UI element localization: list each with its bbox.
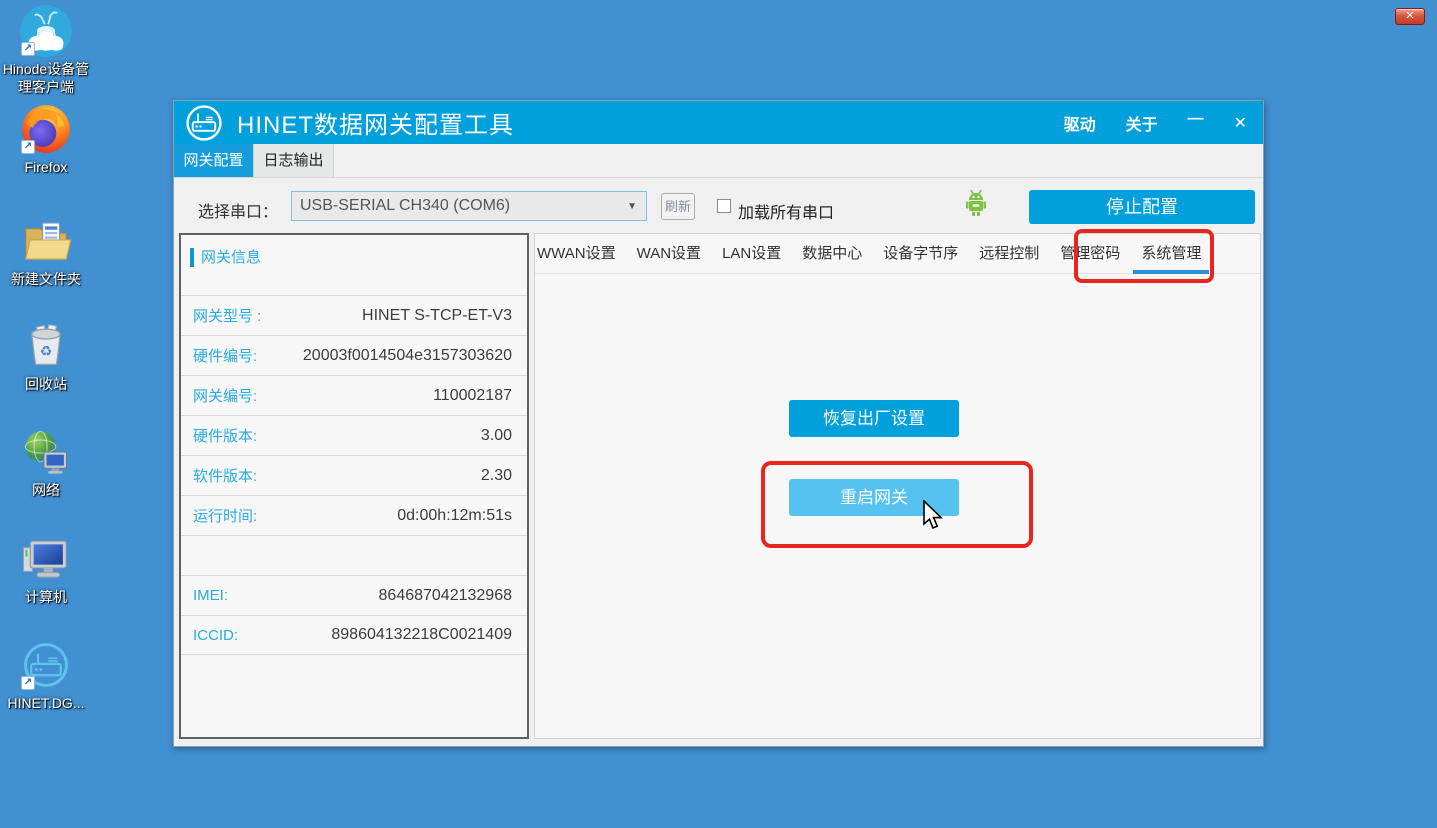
load-all-ports-checkbox[interactable] xyxy=(717,199,731,213)
desktop-icon-label: Firefox xyxy=(25,158,68,176)
header-accent-bar xyxy=(190,248,194,267)
folder-icon xyxy=(18,213,74,269)
computer-icon xyxy=(18,531,74,587)
desktop-icon-hinet-dg[interactable]: ↗ HINET.DG... xyxy=(0,637,92,712)
serial-port-label: 选择串口： xyxy=(198,198,278,222)
info-row-model: 网关型号 : HINET S-TCP-ET-V3 xyxy=(181,295,527,335)
serial-port-select[interactable]: USB-SERIAL CH340 (COM6) ▼ xyxy=(291,191,647,221)
green-robot-status-icon xyxy=(964,186,988,218)
settings-tab-bar: WWAN设置 WAN设置 LAN设置 数据中心 设备字节序 远程控制 管理密码 … xyxy=(535,234,1260,274)
titlebar[interactable]: HINET数据网关配置工具 驱动 关于 — ✕ xyxy=(174,101,1263,144)
desktop-icon-label: 计算机 xyxy=(25,588,67,606)
tab-wan-settings[interactable]: WAN设置 xyxy=(637,234,701,274)
desktop-icon-recycle-bin[interactable]: ♻ 回收站 xyxy=(0,318,92,393)
tab-log-output[interactable]: 日志输出 xyxy=(254,144,334,177)
desktop-icon-label: 新建文件夹 xyxy=(11,270,81,288)
info-row-gateway-id: 网关编号: 110002187 xyxy=(181,375,527,415)
load-all-ports-label: 加载所有串口 xyxy=(738,199,834,223)
factory-reset-button[interactable]: 恢复出厂设置 xyxy=(789,400,959,437)
stop-config-button[interactable]: 停止配置 xyxy=(1029,190,1255,224)
info-row-empty xyxy=(181,535,527,575)
desktop-icon-new-folder[interactable]: 新建文件夹 xyxy=(0,213,92,288)
app-window: HINET数据网关配置工具 驱动 关于 — ✕ 网关配置 日志输出 选择串口： … xyxy=(173,100,1264,747)
app-logo-router-icon xyxy=(185,104,223,142)
svg-text:♻: ♻ xyxy=(40,343,53,359)
desktop-icon-label: 网络 xyxy=(32,481,60,499)
tab-admin-password[interactable]: 管理密码 xyxy=(1060,234,1120,274)
desktop-icon-label: 回收站 xyxy=(25,375,67,393)
minimize-button[interactable]: — xyxy=(1188,110,1204,128)
main-tab-bar: 网关配置 日志输出 xyxy=(174,144,1263,178)
titlebar-menu: 驱动 关于 — ✕ xyxy=(1034,111,1247,135)
tab-data-center[interactable]: 数据中心 xyxy=(802,234,862,274)
desktop-icon-computer[interactable]: 计算机 xyxy=(0,531,92,606)
about-menu-item[interactable]: 关于 xyxy=(1126,111,1158,135)
info-row-imei: IMEI: 864687042132968 xyxy=(181,575,527,615)
tab-remote-control[interactable]: 远程控制 xyxy=(979,234,1039,274)
info-row-uptime: 运行时间: 0d:00h:12m:51s xyxy=(181,495,527,535)
network-icon xyxy=(18,424,74,480)
gateway-info-panel: 网关信息 网关型号 : HINET S-TCP-ET-V3 硬件编号: 2000… xyxy=(179,233,529,739)
shortcut-arrow-icon: ↗ xyxy=(21,140,35,154)
reboot-button-area: 重启网关 xyxy=(789,479,959,516)
window-title: HINET数据网关配置工具 xyxy=(237,105,514,140)
desktop-icon-label: HINET.DG... xyxy=(7,694,84,712)
tab-wwan-settings[interactable]: WWAN设置 xyxy=(537,234,616,274)
reboot-gateway-button[interactable]: 重启网关 xyxy=(789,479,959,516)
hinet-dg-icon: ↗ xyxy=(18,637,74,693)
refresh-button[interactable]: 刷新 xyxy=(661,193,695,220)
tab-gateway-config[interactable]: 网关配置 xyxy=(174,144,254,177)
screen-close-button[interactable]: ✕ xyxy=(1395,8,1425,25)
desktop-icon-label: Hinode设备管理客户端 xyxy=(0,60,92,96)
info-row-sw-version: 软件版本: 2.30 xyxy=(181,455,527,495)
chevron-down-icon: ▼ xyxy=(627,201,637,212)
tab-lan-settings[interactable]: LAN设置 xyxy=(722,234,781,274)
desktop-icon-network[interactable]: 网络 xyxy=(0,424,92,499)
desktop-icon-firefox[interactable]: ↗ Firefox xyxy=(0,101,92,176)
shortcut-arrow-icon: ↗ xyxy=(21,42,35,56)
tab-system-management[interactable]: 系统管理 xyxy=(1141,234,1201,274)
gateway-info-header: 网关信息 xyxy=(181,235,527,295)
recycle-bin-icon: ♻ xyxy=(18,318,74,374)
close-button[interactable]: ✕ xyxy=(1234,113,1247,133)
driver-menu-item[interactable]: 驱动 xyxy=(1064,111,1096,135)
firefox-icon: ↗ xyxy=(18,101,74,157)
hinode-client-icon: ↗ xyxy=(18,3,74,59)
info-row-iccid: ICCID: 898604132218C0021409 xyxy=(181,615,527,655)
settings-panel: WWAN设置 WAN设置 LAN设置 数据中心 设备字节序 远程控制 管理密码 … xyxy=(534,233,1261,739)
info-row-hw-version: 硬件版本: 3.00 xyxy=(181,415,527,455)
serial-port-value: USB-SERIAL CH340 (COM6) xyxy=(300,197,510,215)
desktop-icon-hinode-client[interactable]: ↗ Hinode设备管理客户端 xyxy=(0,3,92,96)
info-row-hardware-id: 硬件编号: 20003f0014504e3157303620 xyxy=(181,335,527,375)
tab-byte-order[interactable]: 设备字节序 xyxy=(883,234,958,274)
shortcut-arrow-icon: ↗ xyxy=(21,676,35,690)
gateway-info-title: 网关信息 xyxy=(201,248,261,267)
